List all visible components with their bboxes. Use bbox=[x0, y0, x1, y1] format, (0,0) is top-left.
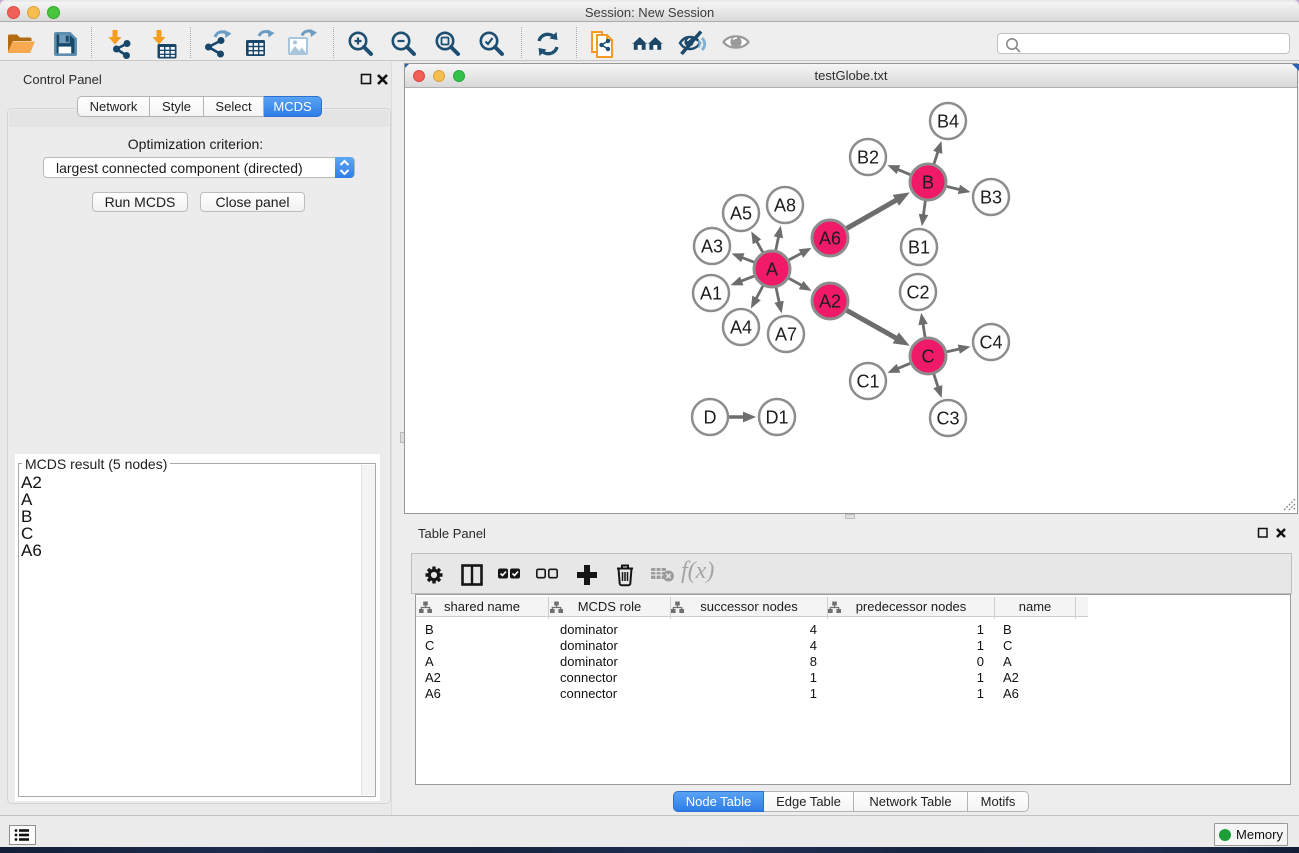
svg-text:A4: A4 bbox=[730, 318, 752, 338]
svg-text:A5: A5 bbox=[730, 204, 752, 224]
svg-text:A2: A2 bbox=[819, 292, 841, 312]
svg-text:D1: D1 bbox=[765, 408, 788, 428]
svg-text:D: D bbox=[704, 408, 717, 428]
svg-text:A: A bbox=[766, 260, 778, 280]
svg-text:A1: A1 bbox=[700, 284, 722, 304]
svg-text:A8: A8 bbox=[774, 196, 796, 216]
svg-text:C2: C2 bbox=[906, 283, 929, 303]
svg-text:B4: B4 bbox=[937, 112, 959, 132]
svg-text:A7: A7 bbox=[775, 325, 797, 345]
svg-text:B2: B2 bbox=[857, 148, 879, 168]
svg-text:C4: C4 bbox=[979, 333, 1002, 353]
svg-text:A6: A6 bbox=[819, 229, 841, 249]
svg-text:C3: C3 bbox=[936, 409, 959, 429]
svg-text:A3: A3 bbox=[701, 237, 723, 257]
svg-text:C: C bbox=[922, 347, 935, 367]
svg-text:B3: B3 bbox=[980, 188, 1002, 208]
svg-text:B: B bbox=[922, 173, 934, 193]
svg-text:B1: B1 bbox=[908, 238, 930, 258]
svg-text:C1: C1 bbox=[856, 372, 879, 392]
